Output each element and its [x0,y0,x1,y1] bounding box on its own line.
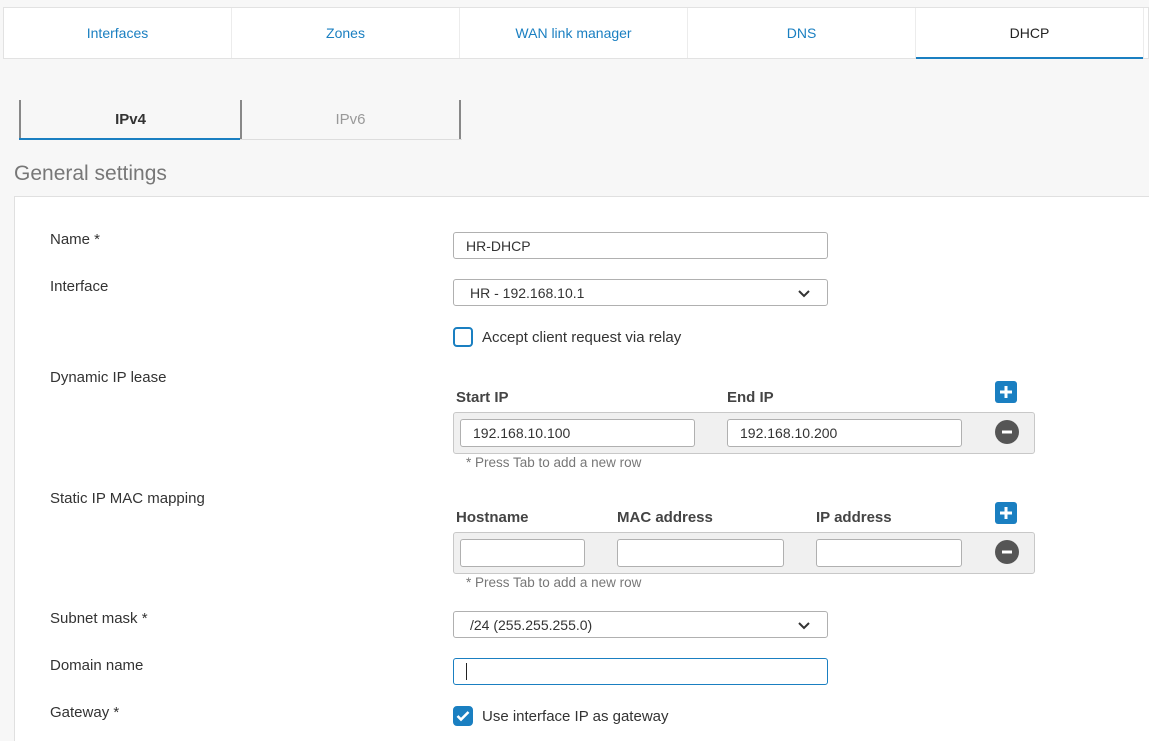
interface-value: HR - 192.168.10.1 [470,284,585,301]
mac-address-input[interactable] [617,539,784,567]
static-mapping-label: Static IP MAC mapping [50,490,205,507]
tab-dns[interactable]: DNS [688,8,916,58]
tab-wan-link-manager[interactable]: WAN link manager [460,8,688,58]
subnet-mask-value: /24 (255.255.255.0) [470,616,593,633]
tab-ipv4[interactable]: IPv4 [19,100,240,140]
end-ip-header: End IP [727,389,774,406]
relay-label: Accept client request via relay [482,328,682,346]
mac-address-header: MAC address [617,509,713,526]
plus-icon [1000,386,1012,398]
name-value: HR-DHCP [466,237,531,254]
section-title: General settings [14,162,167,185]
start-ip-input[interactable]: 192.168.10.100 [460,419,695,447]
name-label: Name * [50,231,101,248]
hostname-header: Hostname [456,509,529,526]
gateway-checkbox[interactable] [453,706,473,726]
domain-name-label: Domain name [50,657,144,674]
relay-checkbox[interactable] [453,327,473,347]
chevron-down-icon [798,289,810,297]
tab-interfaces[interactable]: Interfaces [4,8,232,58]
tab-dhcp[interactable]: DHCP [916,8,1144,59]
text-caret [466,663,467,680]
ip-version-tabs: IPv4 IPv6 [19,100,462,140]
remove-dynamic-row-button[interactable] [995,420,1019,444]
ip-address-input[interactable] [816,539,962,567]
chevron-down-icon [798,621,810,629]
start-ip-value: 192.168.10.100 [473,425,571,441]
start-ip-header: Start IP [456,389,509,406]
checkmark-icon [456,711,470,722]
add-dynamic-row-button[interactable] [995,381,1017,403]
dynamic-hint: * Press Tab to add a new row [466,455,642,470]
tab-zones[interactable]: Zones [232,8,460,58]
top-tab-bar: Interfaces Zones WAN link manager DNS DH… [3,7,1149,59]
relay-option: Accept client request via relay [453,327,681,347]
add-static-row-button[interactable] [995,502,1017,524]
subnet-mask-label: Subnet mask * [50,610,148,627]
plus-icon [1000,507,1012,519]
ip-address-header: IP address [816,509,892,526]
name-input[interactable]: HR-DHCP [453,232,828,259]
gateway-option-label: Use interface IP as gateway [482,707,669,725]
subnet-mask-select[interactable]: /24 (255.255.255.0) [453,611,828,638]
interface-label: Interface [50,278,109,295]
hostname-input[interactable] [460,539,585,567]
tab-ipv6[interactable]: IPv6 [240,100,461,139]
interface-select[interactable]: HR - 192.168.10.1 [453,279,828,306]
end-ip-input[interactable]: 192.168.10.200 [727,419,962,447]
domain-name-input[interactable] [453,658,828,685]
dynamic-ip-lease-label: Dynamic IP lease [50,369,167,386]
gateway-label: Gateway * [50,704,120,721]
minus-icon [1002,550,1012,554]
gateway-option: Use interface IP as gateway [453,706,669,726]
minus-icon [1002,430,1012,434]
static-hint: * Press Tab to add a new row [466,575,642,590]
remove-static-row-button[interactable] [995,540,1019,564]
end-ip-value: 192.168.10.200 [740,425,838,441]
